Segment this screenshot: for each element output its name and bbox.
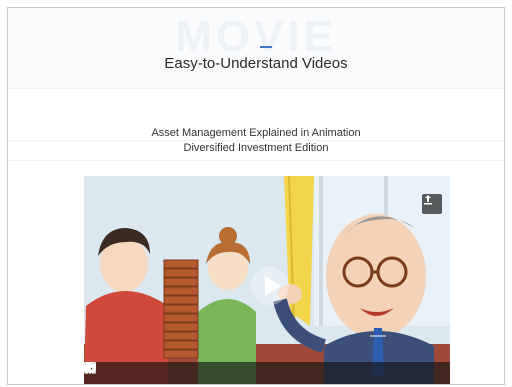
rewind-icon[interactable] [84,362,124,380]
video-caption-line1: Asset Management Explained in Animation [151,127,361,139]
video-caption-line2: Diversified Investment Edition [183,142,329,154]
video-caption: Asset Management Explained in Animation … [8,126,504,156]
divider [8,160,504,161]
share-icon[interactable] [422,194,442,214]
video-player[interactable] [84,176,450,384]
header-band: MOVIE Easy-to-Understand Videos [8,8,504,88]
big-play-icon[interactable] [250,266,290,306]
title-accent-bar [260,46,272,48]
divider [8,88,504,89]
page-title: Easy-to-Understand Videos [164,55,348,72]
page-frame: MOVIE Easy-to-Understand Videos Asset Ma… [7,7,505,385]
video-controls [84,362,450,384]
fullscreen-icon[interactable] [84,362,444,380]
captions-icon[interactable] [84,362,404,380]
settings-icon[interactable] [84,362,424,380]
forward-icon[interactable] [84,362,144,380]
volume-icon[interactable] [85,363,164,380]
